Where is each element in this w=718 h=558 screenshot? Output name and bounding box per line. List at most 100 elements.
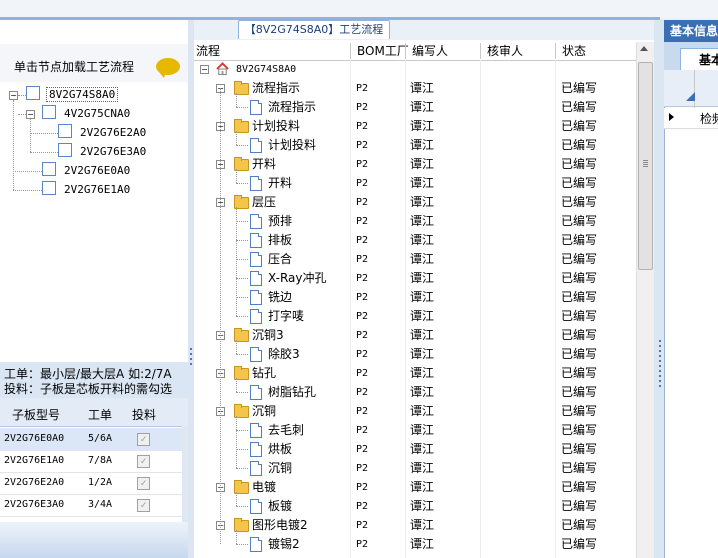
tree-node[interactable]: 2V2G76E3A0 — [58, 143, 148, 161]
status-cell: 已编写 — [561, 290, 598, 304]
collapse-icon[interactable]: − — [200, 65, 209, 74]
process-row[interactable]: 预排 P2 谭江 已编写 — [194, 212, 636, 231]
process-title-tab[interactable]: 【8V2G74S8A0】工艺流程 — [238, 20, 390, 39]
writer-cell: 谭江 — [410, 271, 435, 285]
process-row[interactable]: − 图形电镀2 P2 谭江 已编写 — [194, 516, 636, 535]
writer-cell: 谭江 — [410, 499, 435, 513]
document-icon — [42, 105, 56, 119]
document-icon — [42, 162, 56, 176]
tree-node[interactable]: 4V2G75CNA0 — [42, 105, 132, 123]
process-row[interactable]: 去毛刺 P2 谭江 已编写 — [194, 421, 636, 440]
process-row[interactable]: − 钻孔 P2 谭江 已编写 — [194, 364, 636, 383]
document-icon — [26, 86, 40, 100]
process-row[interactable]: − 电镀 P2 谭江 已编写 — [194, 478, 636, 497]
writer-cell: 谭江 — [410, 442, 435, 456]
tree-connector — [236, 221, 248, 222]
status-cell: 已编写 — [561, 252, 598, 266]
status-cell: 已编写 — [561, 480, 598, 494]
document-icon — [250, 138, 262, 153]
sub-col-order[interactable]: 工单 — [88, 406, 112, 423]
writer-cell: 谭江 — [410, 423, 435, 437]
bom-cell: P2 — [356, 273, 369, 284]
feed-checkbox[interactable]: ✓ — [137, 433, 150, 446]
tree-connector — [236, 378, 237, 392]
col-writer[interactable]: 编写人 — [405, 43, 448, 59]
table-row[interactable]: 2V2G76E2A0 1/2A ✓ — [0, 472, 182, 495]
process-name: 图形电镀2 — [252, 518, 308, 532]
bom-cell: P2 — [356, 368, 369, 379]
writer-cell: 谭江 — [410, 157, 435, 171]
process-row[interactable]: 铣边 P2 谭江 已编写 — [194, 288, 636, 307]
tree-connector — [236, 183, 248, 184]
right-splitter[interactable] — [654, 20, 664, 558]
process-row[interactable]: 树脂钻孔 P2 谭江 已编写 — [194, 383, 636, 402]
writer-cell: 谭江 — [410, 328, 435, 342]
process-row[interactable]: 烘板 P2 谭江 已编写 — [194, 440, 636, 459]
process-row[interactable]: − 计划投料 P2 谭江 已编写 — [194, 117, 636, 136]
tree-connector — [13, 190, 42, 191]
table-row[interactable]: 2V2G76E3A0 3/4A ✓ — [0, 494, 182, 517]
status-cell: 已编写 — [561, 176, 598, 190]
right-panel-title: 基本信息 — [664, 20, 718, 42]
tree-node[interactable]: 8V2G74S8A0 — [26, 86, 119, 104]
process-row[interactable]: − 层压 P2 谭江 已编写 — [194, 193, 636, 212]
process-row[interactable]: 除胶3 P2 谭江 已编写 — [194, 345, 636, 364]
col-bom[interactable]: BOM工厂 — [350, 43, 409, 59]
writer-cell: 谭江 — [410, 233, 435, 247]
process-name: 开料 — [252, 157, 277, 171]
sub-col-feed[interactable]: 投料 — [132, 406, 156, 423]
bom-cell: P2 — [356, 254, 369, 265]
sub-col-model[interactable]: 子板型号 — [12, 406, 60, 423]
col-status[interactable]: 状态 — [555, 43, 586, 59]
status-cell: 已编写 — [561, 347, 598, 361]
process-row[interactable]: − 沉铜 P2 谭江 已编写 — [194, 402, 636, 421]
document-icon — [250, 499, 262, 514]
table-row[interactable]: 2V2G76E0A0 5/6A ✓ — [0, 428, 182, 451]
process-row[interactable]: 计划投料 P2 谭江 已编写 — [194, 136, 636, 155]
top-strip — [0, 0, 718, 18]
scroll-up-icon[interactable] — [640, 46, 648, 51]
feed-checkbox[interactable]: ✓ — [137, 455, 150, 468]
table-row[interactable]: 2V2G76E1A0 7/8A ✓ — [0, 450, 182, 473]
process-row[interactable]: 板镀 P2 谭江 已编写 — [194, 497, 636, 516]
scroll-thumb[interactable] — [638, 62, 653, 270]
process-row[interactable]: 排板 P2 谭江 已编写 — [194, 231, 636, 250]
process-row[interactable]: − 8V2G74S8A0 — [194, 60, 636, 79]
tab-basic[interactable]: 基本 — [680, 48, 718, 70]
document-icon — [58, 124, 72, 138]
tree-node[interactable]: 2V2G76E0A0 — [42, 162, 132, 180]
collapse-icon[interactable]: − — [9, 91, 18, 100]
process-row[interactable]: 镀锡2 P2 谭江 已编写 — [194, 535, 636, 554]
writer-cell: 谭江 — [410, 252, 435, 266]
process-row[interactable]: − 开料 P2 谭江 已编写 — [194, 155, 636, 174]
process-row[interactable]: X-Ray冲孔 P2 谭江 已编写 — [194, 269, 636, 288]
col-reviewer[interactable]: 核审人 — [480, 43, 523, 59]
bom-cell: P2 — [356, 501, 369, 512]
sub-model-cell: 2V2G76E3A0 — [4, 499, 65, 510]
writer-cell: 谭江 — [410, 100, 435, 114]
tree-node[interactable]: 2V2G76E2A0 — [58, 124, 148, 142]
tree-connector — [236, 278, 248, 279]
writer-cell: 谭江 — [410, 404, 435, 418]
feed-checkbox[interactable]: ✓ — [137, 499, 150, 512]
process-name: 8V2G74S8A0 — [236, 64, 297, 75]
col-flow[interactable]: 流程 — [194, 43, 220, 59]
bom-cell: P2 — [356, 425, 369, 436]
process-row[interactable]: − 沉铜3 P2 谭江 已编写 — [194, 326, 636, 345]
collapse-icon[interactable]: − — [26, 110, 35, 119]
document-icon — [58, 143, 72, 157]
bom-cell: P2 — [356, 463, 369, 474]
process-row[interactable]: 压合 P2 谭江 已编写 — [194, 250, 636, 269]
process-row[interactable]: − 流程指示 P2 谭江 已编写 — [194, 79, 636, 98]
process-row[interactable]: 沉铜 P2 谭江 已编写 — [194, 459, 636, 478]
process-row[interactable]: 开料 P2 谭江 已编写 — [194, 174, 636, 193]
tree-node[interactable]: 2V2G76E1A0 — [42, 181, 132, 199]
tree-node-label: 2V2G76E3A0 — [80, 145, 147, 158]
process-row[interactable]: 打字唛 P2 谭江 已编写 — [194, 307, 636, 326]
process-row[interactable]: 流程指示 P2 谭江 已编写 — [194, 98, 636, 117]
writer-cell: 谭江 — [410, 537, 435, 551]
feed-checkbox[interactable]: ✓ — [137, 477, 150, 490]
process-name: 除胶3 — [268, 347, 300, 361]
status-cell: 已编写 — [561, 157, 598, 171]
document-icon — [250, 442, 262, 457]
